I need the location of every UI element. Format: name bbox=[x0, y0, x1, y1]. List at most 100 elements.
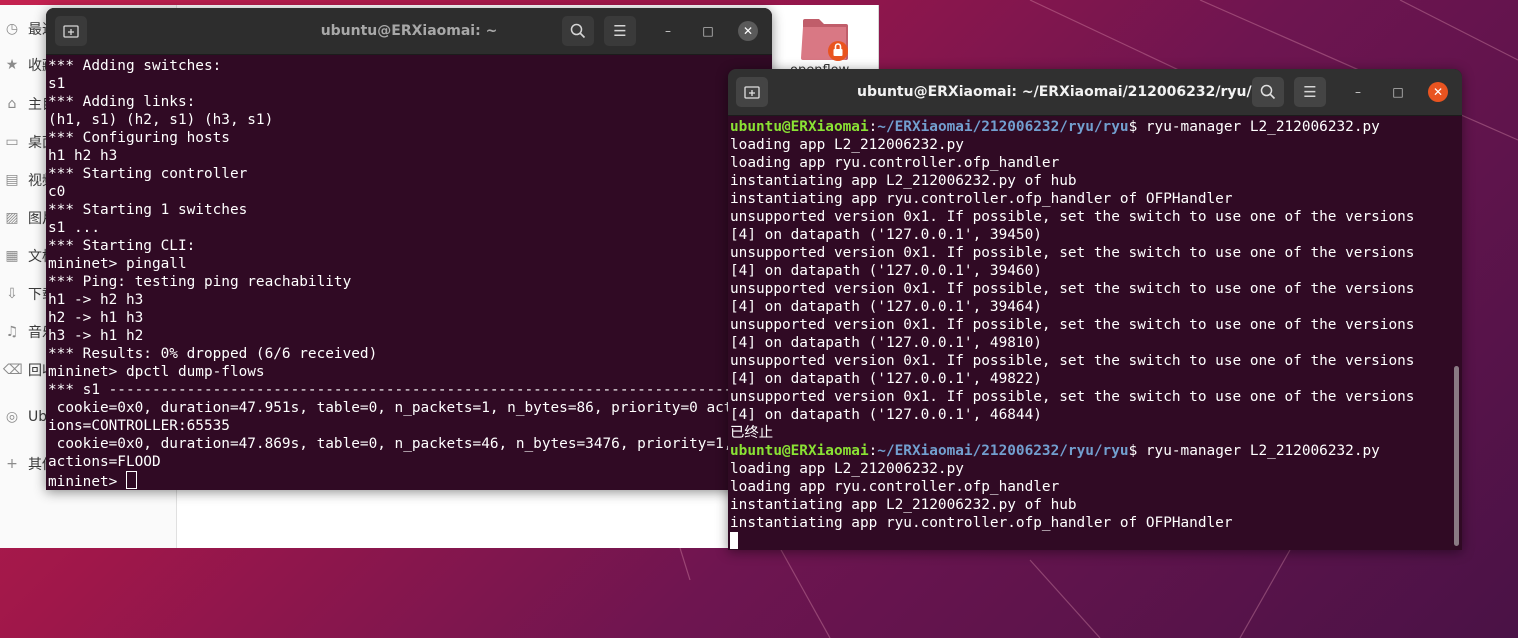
minimize-icon: – bbox=[1355, 85, 1361, 99]
terminal-line: c0 bbox=[48, 184, 66, 200]
terminal-line: unsupported version 0x1. If possible, se… bbox=[730, 209, 1415, 225]
hamburger-icon: ☰ bbox=[1303, 83, 1317, 101]
minimize-icon: – bbox=[665, 24, 671, 38]
terminal-line: h2 -> h1 h3 bbox=[48, 310, 144, 326]
terminal-line: s1 bbox=[48, 76, 66, 92]
maximize-button[interactable]: □ bbox=[698, 21, 718, 41]
terminal-line: unsupported version 0x1. If possible, se… bbox=[730, 245, 1415, 261]
disc-icon: ◎ bbox=[5, 409, 19, 425]
terminal-cursor-line[interactable] bbox=[730, 532, 1462, 550]
terminal-line: 已终止 bbox=[730, 425, 774, 441]
terminal-line: [4] on datapath ('127.0.0.1', 39450) bbox=[730, 227, 1042, 243]
locked-folder-icon[interactable] bbox=[800, 13, 850, 63]
terminal-line: instantiating app L2_212006232.py of hub bbox=[730, 497, 1077, 513]
terminal-line: unsupported version 0x1. If possible, se… bbox=[730, 317, 1415, 333]
search-button[interactable] bbox=[1252, 77, 1284, 107]
terminal-line: [4] on datapath ('127.0.0.1', 46844) bbox=[730, 407, 1042, 423]
maximize-icon: □ bbox=[702, 24, 714, 38]
prompt-path: ~/ERXiaomai/212006232/ryu/ryu bbox=[877, 443, 1129, 459]
terminal-window-mininet[interactable]: ubuntu@ERXiaomai: ~ ☰ – □ ✕ *** Adding s… bbox=[46, 8, 772, 490]
window-title: ubuntu@ERXiaomai: ~/ERXiaomai/212006232/… bbox=[857, 84, 1278, 100]
terminal-line: (h1, s1) (h2, s1) (h3, s1) bbox=[48, 112, 274, 128]
music-icon: ♫ bbox=[5, 324, 19, 340]
terminal-line: *** Adding switches: bbox=[48, 58, 222, 74]
menu-button[interactable]: ☰ bbox=[604, 16, 636, 46]
terminal-line: loading app ryu.controller.ofp_handler bbox=[730, 479, 1060, 495]
new-tab-button[interactable] bbox=[736, 77, 768, 107]
terminal-line: s1 ... bbox=[48, 220, 100, 236]
terminal-titlebar[interactable]: ubuntu@ERXiaomai: ~ ☰ – □ ✕ bbox=[46, 8, 772, 55]
prompt-separator: : bbox=[868, 119, 878, 135]
desktop-icon: ▭ bbox=[5, 134, 19, 150]
terminal-prompt-line: ubuntu@ERXiaomai:~/ERXiaomai/212006232/r… bbox=[730, 118, 1462, 136]
terminal-line: loading app ryu.controller.ofp_handler bbox=[730, 155, 1060, 171]
terminal-line: h3 -> h1 h2 bbox=[48, 328, 144, 344]
terminal-line: [4] on datapath ('127.0.0.1', 39460) bbox=[730, 263, 1042, 279]
prompt-path: ~/ERXiaomai/212006232/ryu/ryu bbox=[877, 119, 1129, 135]
document-icon: ▦ bbox=[5, 248, 19, 264]
terminal-line: actions=FLOOD bbox=[48, 454, 161, 470]
terminal-line: loading app L2_212006232.py bbox=[730, 461, 964, 477]
menu-button[interactable]: ☰ bbox=[1294, 77, 1326, 107]
terminal-line: *** s1 ---------------------------------… bbox=[48, 382, 733, 398]
prompt-separator: : bbox=[868, 443, 878, 459]
download-icon: ⇩ bbox=[6, 286, 18, 302]
terminal-line: mininet> pingall bbox=[48, 256, 187, 272]
terminal-line: mininet> dpctl dump-flows bbox=[48, 364, 265, 380]
clock-icon: ◷ bbox=[5, 21, 19, 37]
prompt-command: $ ryu-manager L2_212006232.py bbox=[1128, 119, 1380, 135]
terminal-line: [4] on datapath ('127.0.0.1', 39464) bbox=[730, 299, 1042, 315]
terminal-line: h1 -> h2 h3 bbox=[48, 292, 144, 308]
scrollbar[interactable] bbox=[1454, 366, 1459, 546]
image-icon: ▨ bbox=[5, 210, 19, 226]
text-cursor bbox=[730, 532, 738, 549]
terminal-line: cookie=0x0, duration=47.869s, table=0, n… bbox=[48, 436, 733, 452]
close-button[interactable]: ✕ bbox=[1428, 82, 1448, 102]
terminal-output[interactable]: ubuntu@ERXiaomai:~/ERXiaomai/212006232/r… bbox=[728, 116, 1462, 550]
text-cursor bbox=[125, 471, 137, 489]
home-icon: ⌂ bbox=[7, 96, 17, 112]
terminal-line: instantiating app L2_212006232.py of hub bbox=[730, 173, 1077, 189]
new-tab-icon bbox=[744, 86, 760, 99]
terminal-line: h1 h2 h3 bbox=[48, 148, 118, 164]
sidebar-item-label: Ub bbox=[28, 409, 48, 425]
terminal-window-ryu[interactable]: ubuntu@ERXiaomai: ~/ERXiaomai/212006232/… bbox=[728, 69, 1462, 550]
maximize-button[interactable]: □ bbox=[1388, 82, 1408, 102]
terminal-prompt-line: ubuntu@ERXiaomai:~/ERXiaomai/212006232/r… bbox=[730, 442, 1462, 460]
star-icon: ★ bbox=[5, 57, 19, 73]
hamburger-icon: ☰ bbox=[613, 22, 627, 40]
search-button[interactable] bbox=[562, 16, 594, 46]
terminal-line: *** Ping: testing ping reachability bbox=[48, 274, 352, 290]
terminal-line: *** Starting 1 switches bbox=[48, 202, 248, 218]
search-icon bbox=[570, 23, 586, 39]
terminal-titlebar[interactable]: ubuntu@ERXiaomai: ~/ERXiaomai/212006232/… bbox=[728, 69, 1462, 116]
terminal-line: cookie=0x0, duration=47.951s, table=0, n… bbox=[48, 400, 733, 416]
terminal-line: instantiating app ryu.controller.ofp_han… bbox=[730, 191, 1233, 207]
terminal-line: *** Results: 0% dropped (6/6 received) bbox=[48, 346, 378, 362]
terminal-output[interactable]: *** Adding switches: s1 *** Adding links: (… bbox=[46, 55, 772, 490]
maximize-icon: □ bbox=[1392, 85, 1404, 99]
prompt-text: mininet> bbox=[48, 474, 126, 490]
terminal-prompt-line[interactable]: mininet> bbox=[48, 471, 772, 490]
minimize-button[interactable]: – bbox=[658, 21, 678, 41]
terminal-line: *** Adding links: bbox=[48, 94, 196, 110]
terminal-line: loading app L2_212006232.py bbox=[730, 137, 964, 153]
close-icon: ✕ bbox=[742, 24, 754, 38]
minimize-button[interactable]: – bbox=[1348, 82, 1368, 102]
prompt-user: ubuntu@ERXiaomai bbox=[730, 119, 869, 135]
terminal-line: instantiating app ryu.controller.ofp_han… bbox=[730, 515, 1233, 531]
trash-icon: ⌫ bbox=[3, 362, 23, 378]
terminal-line: ions=CONTROLLER:65535 bbox=[48, 418, 230, 434]
terminal-line: [4] on datapath ('127.0.0.1', 49822) bbox=[730, 371, 1042, 387]
terminal-line: [4] on datapath ('127.0.0.1', 49810) bbox=[730, 335, 1042, 351]
plus-icon: + bbox=[6, 456, 18, 472]
search-icon bbox=[1260, 84, 1276, 100]
prompt-user: ubuntu@ERXiaomai bbox=[730, 443, 869, 459]
terminal-line: unsupported version 0x1. If possible, se… bbox=[730, 281, 1415, 297]
prompt-command: $ ryu-manager L2_212006232.py bbox=[1128, 443, 1380, 459]
terminal-line: *** Configuring hosts bbox=[48, 130, 230, 146]
close-button[interactable]: ✕ bbox=[738, 21, 758, 41]
video-icon: ▤ bbox=[5, 172, 19, 188]
close-icon: ✕ bbox=[1432, 85, 1444, 99]
terminal-line: unsupported version 0x1. If possible, se… bbox=[730, 353, 1415, 369]
